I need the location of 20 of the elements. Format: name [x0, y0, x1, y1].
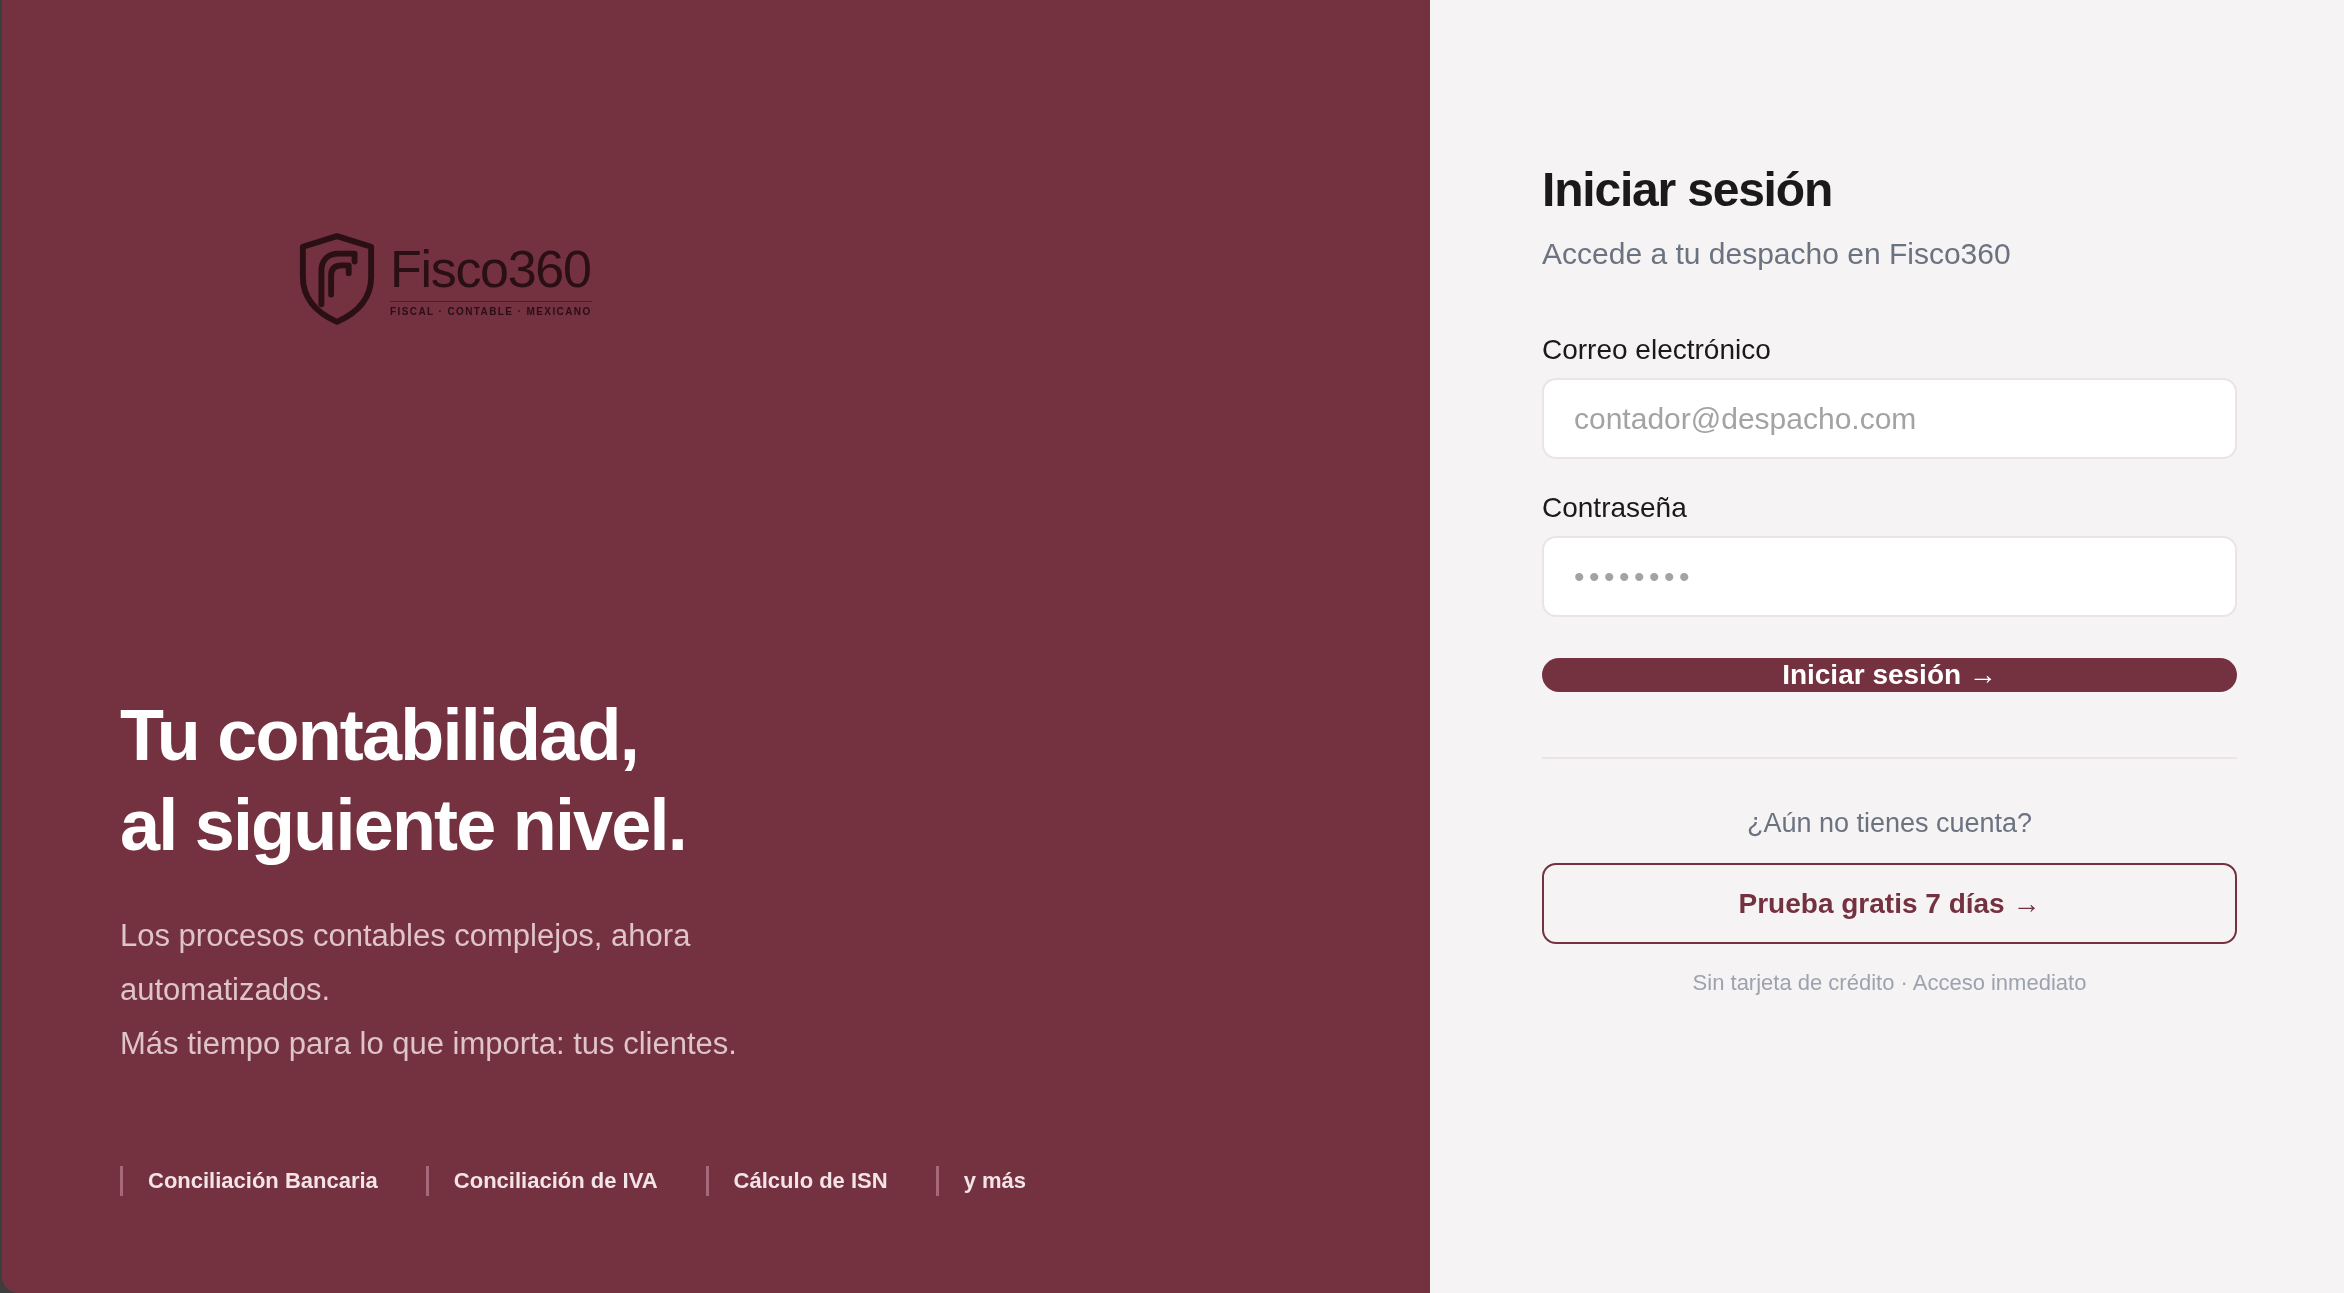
shield-logo-icon	[298, 232, 376, 326]
headline: Tu contabilidad, al siguiente nivel.	[120, 694, 686, 867]
description-text: Los procesos contables complejos, ahora automatizados.	[120, 917, 692, 1009]
trial-note: Sin tarjeta de crédito · Acceso inmediato	[1692, 969, 2087, 997]
field-label: Correo electrónico	[1542, 334, 1771, 366]
free-trial-button[interactable]: Prueba gratis 7 días →	[1542, 863, 2237, 944]
login-subtitle: Accede a tu despacho en Fisco360	[1542, 236, 2011, 272]
logo-wordmark: Fisco360	[390, 240, 592, 297]
email-input-field[interactable]: contador@despacho.com	[1542, 378, 2237, 459]
password-input-field[interactable]: ••••••••	[1542, 536, 2237, 617]
feature-label: Conciliación Bancaria	[120, 1166, 378, 1196]
signup-prompt: ¿Aún no tienes cuenta?	[1746, 807, 2033, 839]
description-text: Más tiempo para lo que importa: tus clientes.	[120, 1025, 737, 1063]
login-title: Iniciar sesión	[1542, 162, 1832, 218]
field-label: Contraseña	[1542, 492, 1687, 524]
logo-tagline: FISCAL · CONTABLE · MEXICANO	[390, 305, 592, 318]
sign-in-button[interactable]: Iniciar sesión →	[1542, 658, 2237, 692]
feature-label: Cálculo de ISN	[705, 1166, 888, 1196]
feature-label: y más	[935, 1166, 1027, 1196]
feature-label: Conciliación de IVA	[425, 1166, 658, 1196]
